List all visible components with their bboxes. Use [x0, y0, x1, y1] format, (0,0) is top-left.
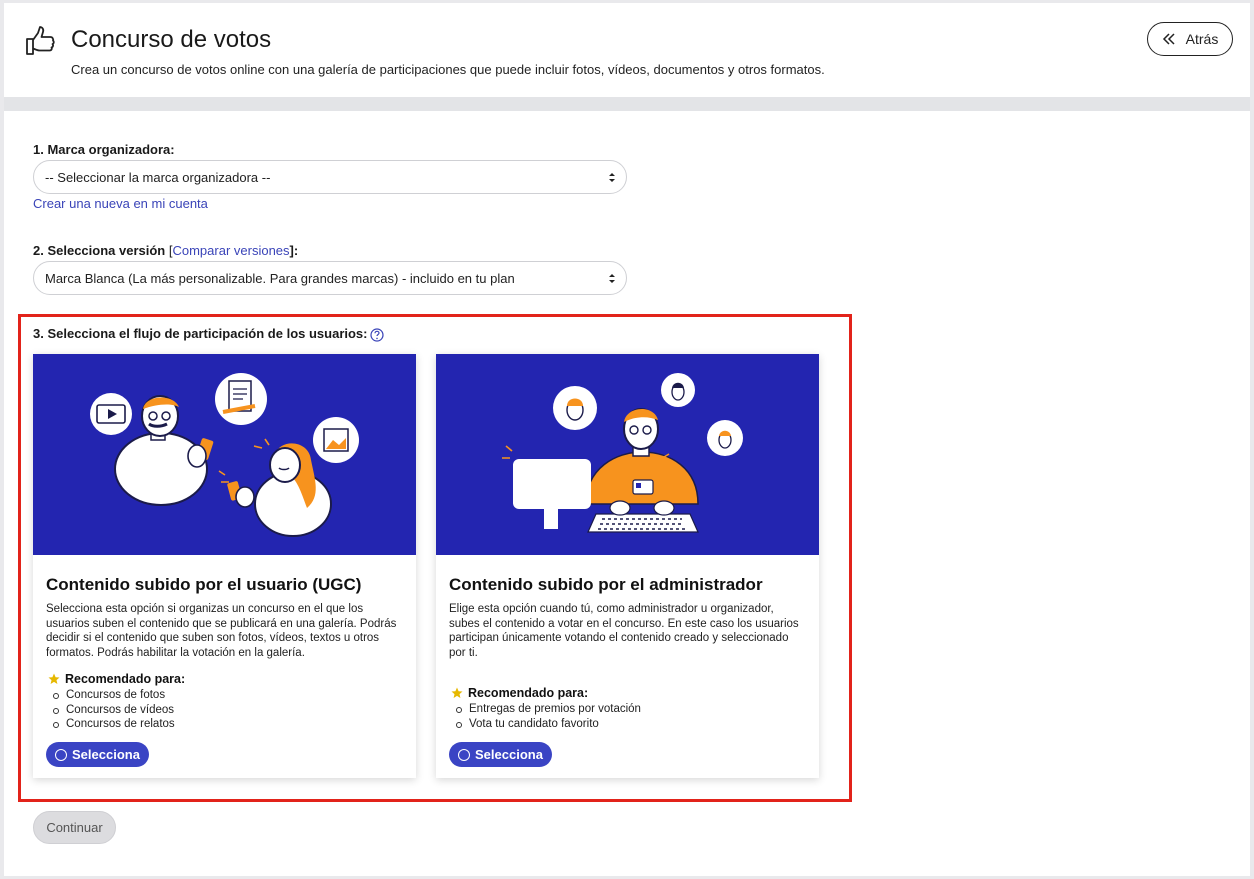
ugc-illustration	[33, 354, 416, 555]
double-chevron-left-icon	[1162, 33, 1175, 45]
thumbs-up-icon	[26, 26, 55, 55]
admin-recommended-list: Entregas de premios por votación Vota tu…	[456, 702, 641, 731]
ugc-illustration-image	[90, 373, 359, 537]
ugc-recommended-list: Concursos de fotos Concursos de vídeos C…	[53, 688, 175, 732]
select-arrows-icon	[609, 173, 615, 182]
ugc-recommended-label: Recomendado para:	[48, 672, 185, 686]
version-select-value: Marca Blanca (La más personalizable. Par…	[45, 270, 515, 286]
ugc-card-description: Selecciona esta opción si organizas un c…	[46, 603, 397, 659]
version-label: 2. Selecciona versión [Comparar versione…	[33, 243, 298, 258]
admin-card[interactable]: Contenido subido por el administrador El…	[436, 354, 819, 778]
brand-select-value: -- Seleccionar la marca organizadora --	[45, 169, 271, 185]
admin-select-button[interactable]: Selecciona	[449, 742, 552, 767]
page: Concurso de votos Crea un concurso de vo…	[4, 3, 1250, 876]
list-item: Concursos de fotos	[53, 688, 175, 703]
admin-card-title: Contenido subido por el administrador	[449, 575, 763, 594]
select-arrows-icon	[609, 274, 615, 283]
flow-label: 3. Selecciona el flujo de participación …	[33, 326, 368, 341]
help-icon[interactable]	[370, 328, 384, 342]
admin-recommended-text: Recomendado para:	[468, 686, 589, 700]
ugc-select-button[interactable]: Selecciona	[46, 742, 149, 767]
compare-versions-link[interactable]: Comparar versiones	[172, 243, 289, 258]
ugc-card[interactable]: Contenido subido por el usuario (UGC) Se…	[33, 354, 416, 778]
admin-card-description: Elige esta opción cuando tú, como admini…	[449, 603, 799, 659]
list-item: Concursos de relatos	[53, 717, 175, 732]
ugc-select-button-label: Selecciona	[72, 747, 140, 762]
page-subtitle: Crea un concurso de votos online con una…	[71, 62, 825, 77]
ugc-recommended-text: Recomendado para:	[65, 672, 186, 686]
back-button-label: Atrás	[1185, 31, 1219, 47]
page-header: Concurso de votos Crea un concurso de vo…	[4, 3, 1250, 97]
header-divider	[4, 97, 1250, 111]
list-item: Entregas de premios por votación	[456, 702, 641, 717]
version-label-text: 2. Selecciona versión	[33, 243, 166, 258]
bracket-close: ]:	[289, 243, 299, 258]
version-select[interactable]: Marca Blanca (La más personalizable. Par…	[33, 261, 627, 295]
list-item: Vota tu candidato favorito	[456, 717, 641, 732]
admin-recommended-label: Recomendado para:	[451, 686, 588, 700]
list-item: Concursos de vídeos	[53, 703, 175, 718]
radio-icon	[458, 748, 470, 761]
star-icon	[48, 673, 60, 684]
ugc-card-title: Contenido subido por el usuario (UGC)	[46, 575, 362, 594]
star-icon	[451, 687, 463, 698]
create-brand-link[interactable]: Crear una nueva en mi cuenta	[33, 196, 208, 211]
admin-illustration	[436, 354, 819, 555]
page-title: Concurso de votos	[71, 26, 272, 53]
radio-icon	[55, 748, 67, 761]
admin-select-button-label: Selecciona	[475, 747, 543, 762]
continue-button[interactable]: Continuar	[33, 811, 116, 844]
admin-illustration-image	[502, 373, 743, 533]
brand-select[interactable]: -- Seleccionar la marca organizadora --	[33, 160, 627, 194]
back-button[interactable]: Atrás	[1147, 22, 1233, 56]
brand-label: 1. Marca organizadora:	[33, 142, 175, 157]
